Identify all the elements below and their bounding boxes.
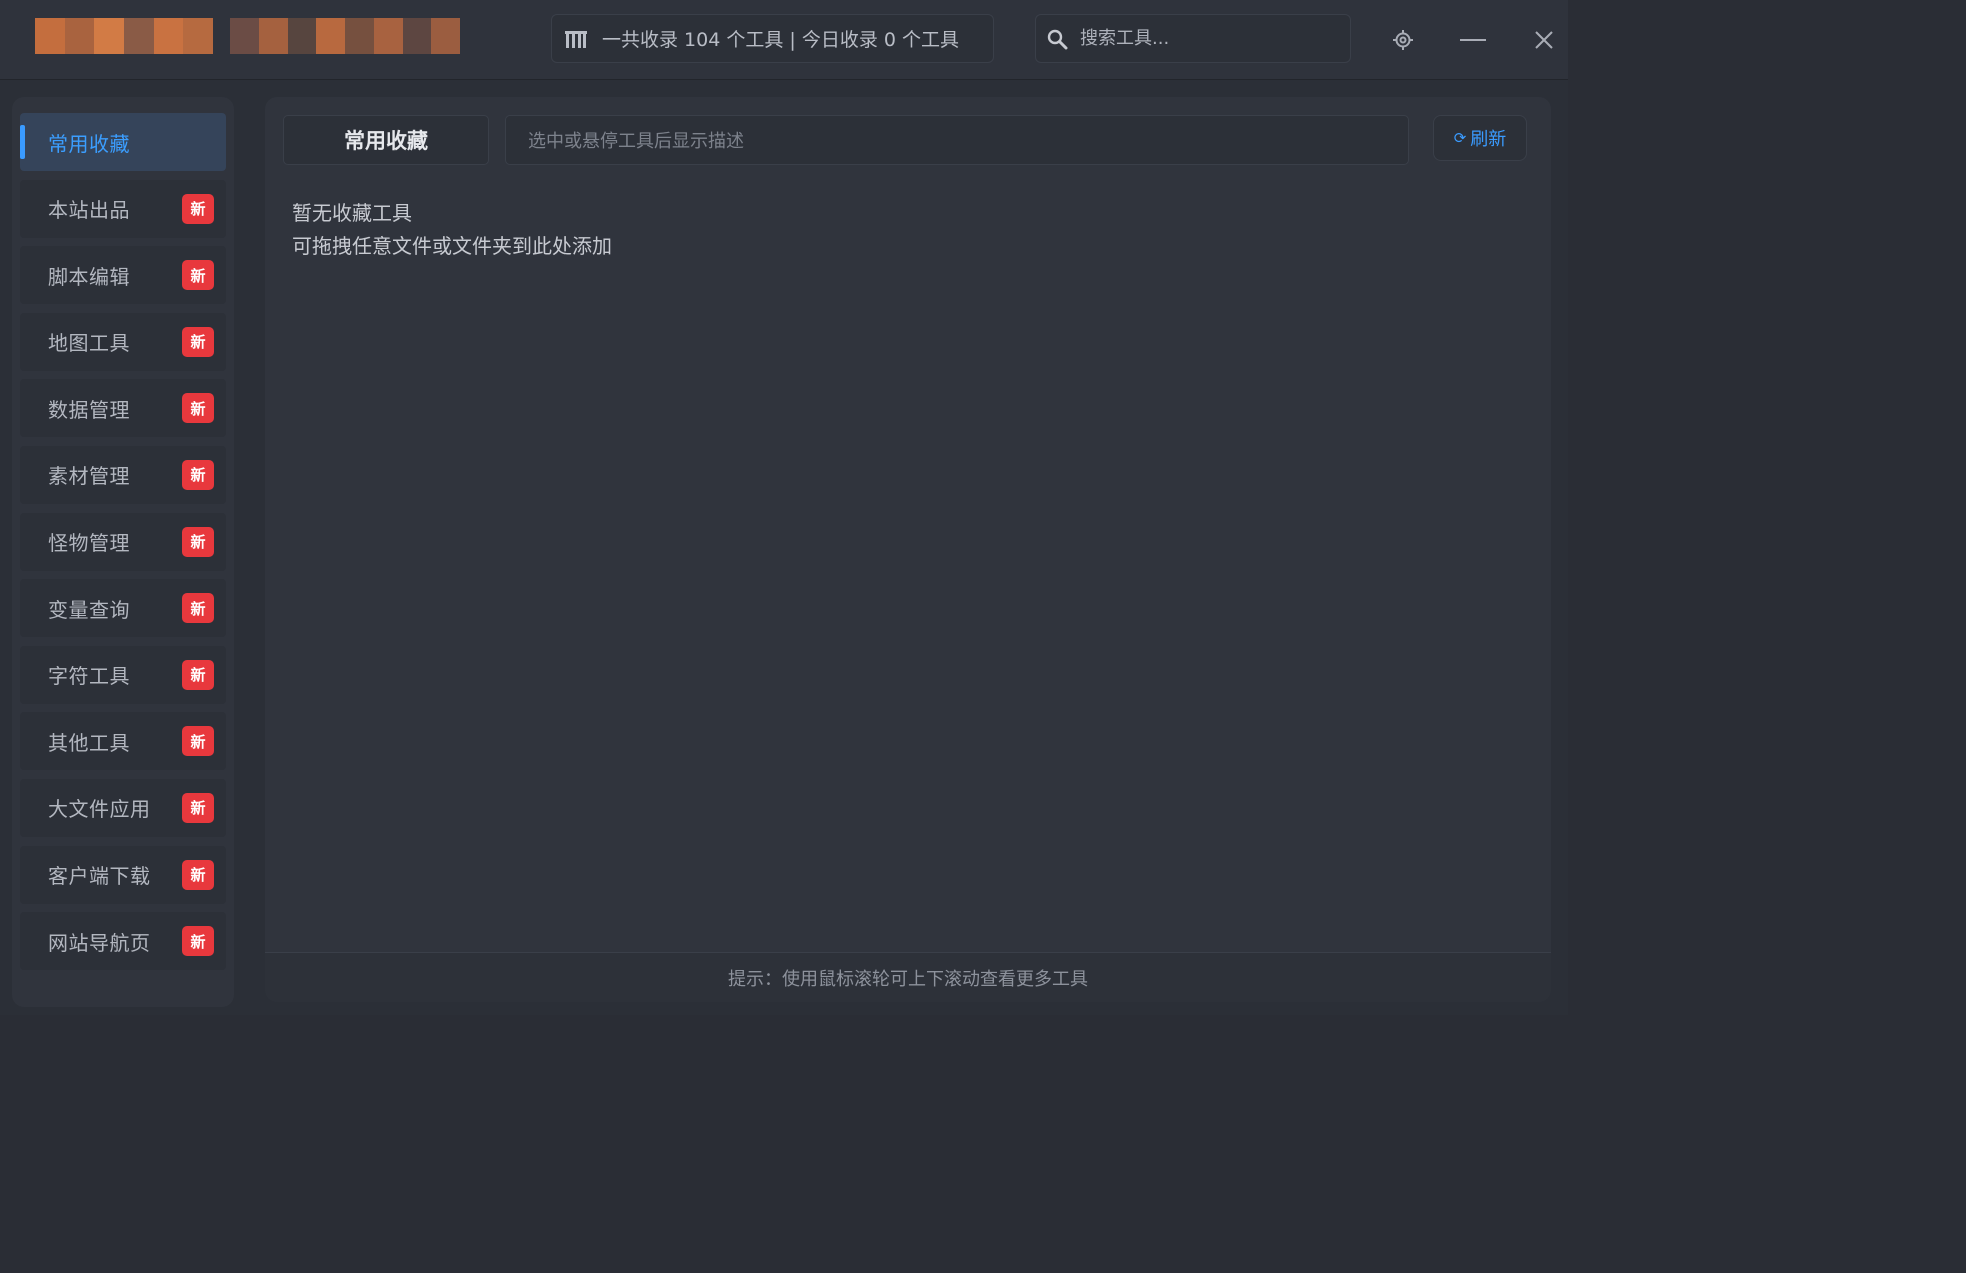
bookshelf-icon [565,30,587,48]
sidebar-item-label: 网站导航页 [48,930,151,955]
sidebar-item-string-tools[interactable]: 字符工具 新 [20,645,226,704]
refresh-icon: ⟳ [1453,129,1467,147]
sidebar-item-label: 地图工具 [48,331,130,356]
search-bar[interactable] [1035,14,1351,63]
app-logo [35,18,214,54]
sidebar-item-label: 变量查询 [48,597,130,622]
sidebar-item-site-navigation[interactable]: 网站导航页 新 [20,912,226,971]
sidebar-item-large-file-apps[interactable]: 大文件应用 新 [20,778,226,837]
close-icon [1535,31,1553,49]
sidebar-item-site-products[interactable]: 本站出品 新 [20,179,226,238]
sidebar-item-variable-query[interactable]: 变量查询 新 [20,579,226,638]
sidebar-item-monster-management[interactable]: 怪物管理 新 [20,512,226,571]
new-badge: 新 [182,593,214,624]
minimize-button[interactable] [1453,20,1493,60]
stats-text: 一共收录 104 个工具 | 今日收录 0 个工具 [602,29,959,51]
empty-title: 暂无收藏工具 [292,201,412,225]
empty-state: 暂无收藏工具 可拖拽任意文件或文件夹到此处添加 [292,197,612,263]
sidebar-item-label: 其他工具 [48,730,130,755]
settings-button[interactable] [1383,20,1423,60]
close-button[interactable] [1524,20,1564,60]
app-name-logo [230,18,460,54]
new-badge: 新 [182,393,214,424]
sidebar-item-map-tools[interactable]: 地图工具 新 [20,312,226,371]
sidebar: 常用收藏 本站出品 新 脚本编辑 新 地图工具 新 数据管理 新 素材管理 新 … [12,97,234,1007]
sidebar-item-label: 客户端下载 [48,864,151,889]
empty-hint: 可拖拽任意文件或文件夹到此处添加 [292,234,612,258]
sidebar-item-label: 常用收藏 [48,131,130,156]
sidebar-item-favorites[interactable]: 常用收藏 [20,113,226,171]
new-badge: 新 [182,459,214,490]
sidebar-item-label: 大文件应用 [48,797,151,822]
stats-panel: 一共收录 104 个工具 | 今日收录 0 个工具 [551,14,994,63]
description-box: 选中或悬停工具后显示描述 [505,115,1409,165]
new-badge: 新 [182,260,214,291]
sidebar-item-asset-management[interactable]: 素材管理 新 [20,445,226,504]
sidebar-item-label: 素材管理 [48,464,130,489]
sidebar-item-label: 数据管理 [48,397,130,422]
sidebar-item-label: 字符工具 [48,664,130,689]
section-title: 常用收藏 [283,115,489,165]
new-badge: 新 [182,792,214,823]
sidebar-item-client-download[interactable]: 客户端下载 新 [20,845,226,904]
search-input[interactable] [1080,28,1350,49]
new-badge: 新 [182,726,214,757]
refresh-label: 刷新 [1470,129,1507,150]
sidebar-item-label: 本站出品 [48,198,130,223]
sidebar-item-label: 脚本编辑 [48,264,130,289]
sidebar-item-data-management[interactable]: 数据管理 新 [20,379,226,438]
app-window: 一共收录 104 个工具 | 今日收录 0 个工具 搜索工具... 常用收藏 本… [0,0,1568,1015]
new-badge: 新 [182,526,214,557]
gear-icon [1393,30,1413,50]
new-badge: 新 [182,659,214,690]
new-badge: 新 [182,926,214,957]
hint-bar: 提示：使用鼠标滚轮可上下滚动查看更多工具 [265,952,1551,1002]
minimize-icon [1460,39,1486,41]
refresh-button[interactable]: ⟳ 刷新 [1433,115,1527,161]
new-badge: 新 [182,326,214,357]
new-badge: 新 [182,193,214,224]
title-bar: 一共收录 104 个工具 | 今日收录 0 个工具 [0,0,1568,80]
sidebar-item-label: 怪物管理 [48,531,130,556]
new-badge: 新 [182,859,214,890]
main-panel: 常用收藏 选中或悬停工具后显示描述 ⟳ 刷新 暂无收藏工具 可拖拽任意文件或文件… [265,97,1551,1002]
sidebar-item-other-tools[interactable]: 其他工具 新 [20,712,226,771]
search-icon [1047,29,1068,49]
sidebar-item-script-editing[interactable]: 脚本编辑 新 [20,246,226,305]
